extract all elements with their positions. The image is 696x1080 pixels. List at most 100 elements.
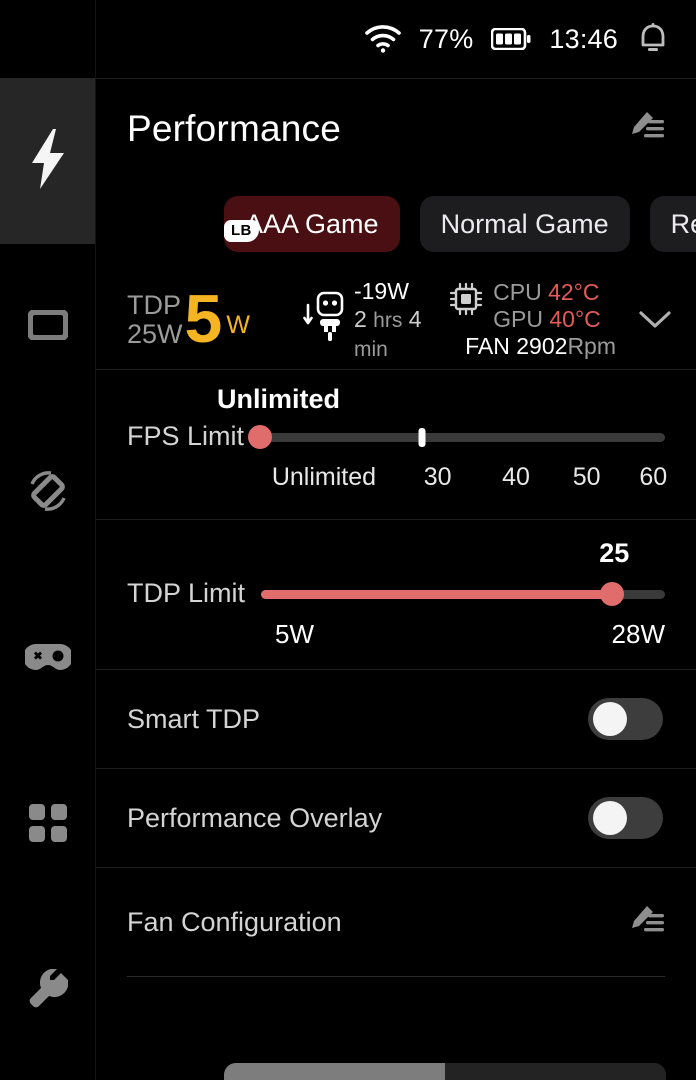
sidebar-item-performance[interactable] [0, 78, 95, 244]
sidebar-item-rotation[interactable] [0, 410, 95, 576]
fps-tick-label: 30 [423, 463, 452, 491]
power-draw: -19W [353, 277, 409, 304]
tdp-label: TDP [127, 290, 181, 321]
performance-overlay-toggle[interactable] [588, 797, 663, 839]
fan-rpm-unit: Rpm [567, 333, 616, 360]
smart-tdp-label: Smart TDP [127, 703, 261, 734]
fan-speed-row: FAN 2902Rpm [465, 333, 616, 360]
fps-slider-tick-labels: Unlimited 30 40 50 60 [271, 463, 668, 497]
edit-pencil-list-icon[interactable] [627, 903, 665, 942]
toggle-knob [593, 801, 627, 835]
toggle-knob [593, 702, 627, 736]
tdp-limit-value: 25 [599, 538, 630, 568]
performance-settings-app: 77% 13:46 Performance AAA Game Normal Ga… [0, 0, 696, 1080]
tab-label: Normal Game [440, 208, 609, 239]
temp-values: CPU 42°C GPU 40°C FAN 2902Rpm [465, 279, 616, 360]
battery-percent: 77% [418, 23, 474, 54]
wifi-icon [364, 25, 401, 53]
clock: 13:46 [549, 23, 618, 54]
screen-rotation-icon [25, 468, 71, 519]
fps-slider-track [260, 432, 665, 442]
fps-tick-label: 50 [572, 463, 601, 491]
power-plug-discharge-icon [302, 289, 346, 350]
fan-configuration-label: Fan Configuration [127, 906, 342, 937]
stats-strip[interactable]: TDP 25W 5 W -19W 2 hrs 4 min CPU 42°C GP… [96, 270, 696, 370]
tdp-limit-control: TDP Limit [127, 578, 665, 609]
left-bumper-badge: LB [224, 220, 259, 242]
cpu-label: CPU [493, 278, 542, 305]
sidebar-item-display[interactable] [0, 244, 95, 410]
battery-icon [491, 28, 531, 50]
sidebar-item-tools[interactable] [0, 908, 95, 1074]
performance-overlay-label: Performance Overlay [127, 802, 383, 833]
battery-minutes: 4 [408, 305, 422, 332]
smart-tdp-toggle[interactable] [588, 698, 663, 740]
tdp-limit-label: TDP Limit [127, 578, 246, 608]
gamepad-icon [22, 641, 73, 678]
monitor-icon [26, 308, 69, 345]
tdp-current-value: 5 [184, 280, 223, 357]
battery-hours: 2 [353, 305, 367, 332]
fan-configuration-divider [127, 976, 665, 977]
tdp-limit-slider[interactable] [261, 581, 665, 606]
bell-icon[interactable] [636, 22, 670, 56]
tdp-slider-fill [261, 589, 613, 599]
tdp-current-unit: W [226, 310, 250, 339]
fan-label: FAN [465, 333, 510, 360]
tdp-max-label: 28W [611, 619, 665, 649]
fan-mode-segmented-control[interactable] [224, 1063, 666, 1080]
power-values: -19W 2 hrs 4 min [354, 277, 422, 362]
fps-limit-value: Unlimited [217, 384, 341, 414]
gpu-temp: 40°C [549, 305, 601, 332]
tdp-limit-value-line: 25 [127, 538, 665, 572]
battery-time-remaining: 2 hrs 4 min [354, 305, 422, 362]
wrench-icon [28, 968, 68, 1014]
page-header: Performance [96, 78, 696, 178]
fan-mode-segment-right[interactable] [445, 1063, 666, 1080]
fps-tick-label: 40 [502, 463, 530, 491]
fan-rpm: 2902 [516, 333, 568, 360]
cpu-chip-icon [448, 281, 484, 322]
tdp-limit-section: 25 TDP Limit 5W 28W [96, 520, 696, 670]
tdp-readout: TDP 25W 5 W [127, 280, 250, 357]
power-readout: -19W 2 hrs 4 min [302, 277, 422, 362]
fps-tick-label: Unlimited [271, 463, 377, 491]
fps-limit-control: FPS Limit [127, 421, 665, 452]
sidebar-item-controller[interactable] [0, 576, 95, 742]
fps-slider-thumb[interactable] [248, 424, 273, 449]
fan-configuration-row[interactable]: Fan Configuration [96, 868, 696, 976]
fps-tick-label: 60 [639, 463, 668, 491]
battery-hours-unit: hrs [373, 308, 403, 332]
grid-apps-icon [28, 803, 67, 847]
battery-minutes-unit: min [353, 337, 388, 361]
thermal-readout: CPU 42°C GPU 40°C FAN 2902Rpm [448, 279, 616, 360]
page-title: Performance [127, 107, 342, 149]
fps-slider-tickmark [418, 427, 426, 447]
lightning-bolt-icon [26, 128, 70, 194]
tab-label: Retro G [670, 208, 696, 239]
tab-label: AAA Game [245, 208, 379, 239]
tdp-slider-thumb[interactable] [600, 581, 625, 606]
chevron-down-icon[interactable] [638, 309, 672, 331]
cpu-temp-row: CPU 42°C [493, 279, 616, 306]
gpu-temp-row: GPU 40°C [493, 306, 616, 333]
performance-overlay-row[interactable]: Performance Overlay [96, 769, 696, 868]
edit-pencil-list-icon[interactable] [627, 109, 665, 148]
profile-tabs: AAA Game Normal Game Retro G [96, 178, 696, 270]
fps-limit-label: FPS Limit [127, 421, 245, 451]
sidebar-top-spacer [0, 0, 95, 78]
tdp-slider-range-labels: 5W 28W [275, 619, 665, 651]
tab-normal-game[interactable]: Normal Game [419, 196, 630, 252]
status-bar: 77% 13:46 [96, 0, 696, 78]
tdp-configured: 25W [127, 318, 183, 349]
cpu-temp: 42°C [548, 278, 600, 305]
gpu-label: GPU [493, 305, 543, 332]
sidebar-item-apps[interactable] [0, 742, 95, 908]
tdp-labels: TDP 25W [127, 291, 183, 348]
fan-mode-segment-left[interactable] [224, 1063, 445, 1080]
fps-limit-slider[interactable] [248, 424, 665, 449]
sidebar-nav [0, 0, 96, 1080]
fps-limit-section: Unlimited FPS Limit Unlimited 30 40 50 60 [96, 370, 696, 520]
smart-tdp-row[interactable]: Smart TDP [96, 670, 696, 769]
tab-retro-game[interactable]: Retro G [649, 196, 696, 252]
